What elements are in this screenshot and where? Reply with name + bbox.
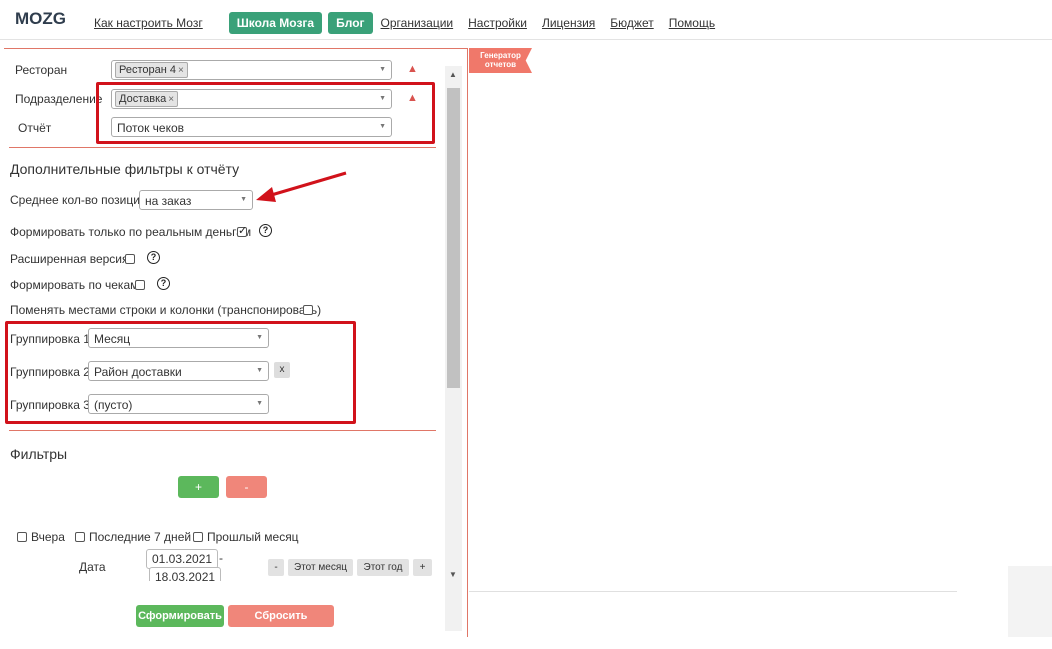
last7-checkbox[interactable] bbox=[75, 532, 85, 542]
section-divider bbox=[9, 430, 436, 431]
chevron-down-icon: ▼ bbox=[240, 196, 247, 203]
date-to-input[interactable]: 18.03.2021 bbox=[149, 567, 222, 581]
date-next-button[interactable]: + bbox=[413, 559, 432, 576]
transpose-label: Поменять местами строки и колонки (транс… bbox=[10, 303, 322, 317]
yesterday-checkbox[interactable] bbox=[17, 532, 27, 542]
nav-link-help[interactable]: Помощь bbox=[669, 16, 715, 30]
top-navbar: MOZG Как настроить Мозг Школа Мозга Блог… bbox=[0, 0, 1052, 40]
scroll-down-icon[interactable]: ▼ bbox=[449, 570, 457, 579]
restaurant-tag: Ресторан 4 × bbox=[115, 62, 188, 78]
extra-filters-heading: Дополнительные фильтры к отчёту bbox=[10, 161, 240, 177]
nav-button-school[interactable]: Школа Мозга bbox=[228, 12, 323, 34]
results-divider bbox=[469, 591, 957, 592]
main-nav: Как настроить Мозг Школа Мозга Блог Орга… bbox=[94, 12, 730, 34]
highlight-box bbox=[96, 82, 435, 144]
last-month-checkbox[interactable] bbox=[193, 532, 203, 542]
restaurant-label: Ресторан bbox=[15, 63, 68, 77]
help-icon[interactable]: ? bbox=[259, 224, 272, 237]
logo[interactable]: MOZG bbox=[15, 9, 66, 29]
restaurant-select[interactable]: Ресторан 4 × ▼ bbox=[111, 60, 392, 80]
real-money-checkbox[interactable] bbox=[237, 224, 247, 237]
report-settings-panel: Ресторан Ресторан 4 × ▼ ▲ Подразделение Д… bbox=[4, 48, 468, 637]
nav-link-settings[interactable]: Настройки bbox=[468, 16, 527, 30]
avg-items-label: Среднее кол-во позиций bbox=[10, 193, 147, 207]
by-checks-label: Формировать по чекам bbox=[10, 278, 139, 292]
date-prev-button[interactable]: - bbox=[268, 559, 284, 576]
scrollbar-thumb[interactable] bbox=[447, 88, 460, 388]
yesterday-label: Вчера bbox=[31, 530, 65, 544]
help-icon[interactable]: ? bbox=[157, 277, 170, 290]
highlight-box bbox=[5, 321, 356, 424]
nav-link-license[interactable]: Лицензия bbox=[542, 16, 595, 30]
this-month-button[interactable]: Этот месяц bbox=[288, 559, 353, 576]
filters-heading: Фильтры bbox=[10, 446, 68, 462]
nav-link-budget[interactable]: Бюджет bbox=[610, 16, 653, 30]
date-separator: - bbox=[219, 551, 223, 565]
remove-filter-button[interactable]: - bbox=[226, 476, 267, 498]
corner-panel bbox=[1008, 566, 1052, 637]
section-divider bbox=[9, 147, 436, 148]
nav-link-organizations[interactable]: Организации bbox=[381, 16, 454, 30]
tag-remove-icon[interactable]: × bbox=[178, 65, 184, 76]
nav-link-how-to[interactable]: Как настроить Мозг bbox=[94, 16, 203, 30]
scroll-up-icon[interactable]: ▲ bbox=[449, 70, 457, 79]
warning-icon: ▲ bbox=[407, 63, 418, 75]
nav-button-blog[interactable]: Блог bbox=[328, 12, 373, 34]
by-checks-checkbox[interactable] bbox=[135, 280, 145, 290]
real-money-label: Формировать только по реальным деньгам bbox=[10, 225, 252, 239]
report-label: Отчёт bbox=[18, 121, 52, 135]
this-year-button[interactable]: Этот год bbox=[357, 559, 409, 576]
last-month-label: Прошлый месяц bbox=[207, 530, 299, 544]
report-generator-ribbon: Генератор отчетов bbox=[469, 48, 532, 73]
add-filter-button[interactable]: + bbox=[178, 476, 219, 498]
settings-scroll-area[interactable]: Ресторан Ресторан 4 × ▼ ▲ Подразделение Д… bbox=[4, 49, 444, 581]
division-label: Подразделение bbox=[15, 92, 103, 106]
chevron-down-icon: ▼ bbox=[379, 66, 386, 73]
date-label: Дата bbox=[79, 560, 106, 574]
extended-version-label: Расширенная версия bbox=[10, 252, 129, 266]
help-icon[interactable]: ? bbox=[147, 251, 160, 264]
date-from-input[interactable]: 01.03.2021 bbox=[146, 549, 219, 569]
extended-version-checkbox[interactable] bbox=[125, 254, 135, 264]
avg-items-select[interactable]: на заказ ▼ bbox=[139, 190, 253, 210]
last7-label: Последние 7 дней bbox=[89, 530, 192, 544]
build-report-button[interactable]: Сформировать bbox=[136, 605, 224, 627]
transpose-checkbox[interactable] bbox=[303, 305, 313, 315]
reset-filters-button[interactable]: Сбросить фильтры bbox=[228, 605, 334, 644]
scrollbar[interactable]: ▲ ▼ bbox=[445, 66, 462, 631]
annotation-arrow bbox=[256, 171, 347, 202]
